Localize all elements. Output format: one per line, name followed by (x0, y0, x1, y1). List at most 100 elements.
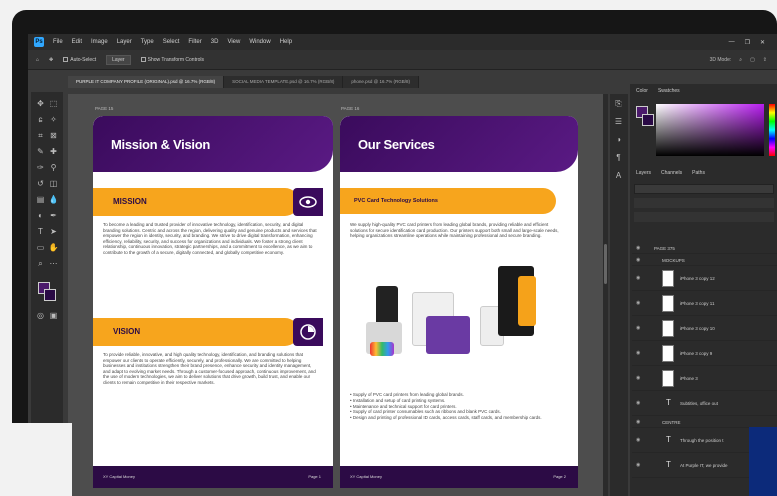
layer-thumbnail (662, 270, 674, 287)
dodge-tool-icon[interactable]: ◐ (35, 210, 46, 221)
layer-thumbnail (662, 295, 674, 312)
blend-mode-bar[interactable] (634, 198, 774, 208)
crop-tool-icon[interactable]: ⌗ (35, 130, 46, 141)
menu-select[interactable]: Select (163, 39, 180, 45)
menu-filter[interactable]: Filter (188, 39, 201, 45)
visibility-eye-icon[interactable]: ◉ (636, 419, 640, 425)
visibility-eye-icon[interactable]: ◉ (636, 325, 640, 331)
path-select-icon[interactable]: ➤ (48, 226, 59, 237)
visibility-eye-icon[interactable]: ◉ (636, 375, 640, 381)
quick-mask-icon[interactable]: ◎ (35, 310, 46, 321)
zoom-tool-icon[interactable]: ⌕ (35, 258, 46, 269)
transform-controls-label: Show Transform Controls (147, 56, 205, 63)
close-button[interactable]: ✕ (760, 39, 765, 46)
tab-color[interactable]: Color (636, 88, 648, 94)
menu-file[interactable]: File (53, 39, 63, 45)
lasso-tool-icon[interactable]: ɕ (35, 114, 46, 125)
hand-tool-icon[interactable]: ✋ (48, 242, 59, 253)
layer-row[interactable]: ◉ PAGE 375 (632, 242, 777, 254)
menu-layer[interactable]: Layer (117, 39, 132, 45)
maximize-button[interactable]: ❐ (745, 39, 750, 46)
layer-row[interactable]: ◉ MOCKUPS (632, 254, 777, 266)
services-bullet-list: Supply of PVC card printers from leading… (350, 392, 570, 421)
page-our-services: Our Services PVC Card Technology Solutio… (340, 116, 578, 488)
transform-controls-checkbox[interactable]: Show Transform Controls (140, 56, 205, 63)
healing-tool-icon[interactable]: ✚ (48, 146, 59, 157)
more-tools-icon[interactable]: ⋯ (48, 258, 59, 269)
visibility-eye-icon[interactable]: ◉ (636, 257, 640, 263)
marquee-tool-icon[interactable]: ⬚ (48, 98, 59, 109)
stamp-tool-icon[interactable]: ⚲ (48, 162, 59, 173)
tab-swatches[interactable]: Swatches (658, 88, 680, 94)
hue-slider[interactable] (769, 104, 775, 156)
services-intro-text: We supply high-quality PVC card printers… (350, 222, 559, 239)
layer-name: At Purple IT, we provide (680, 463, 728, 468)
scrollbar-thumb[interactable] (604, 244, 607, 284)
lock-bar[interactable] (634, 212, 774, 222)
eyedropper-tool-icon[interactable]: ✎ (35, 146, 46, 157)
foreground-blur (0, 423, 72, 496)
layer-row[interactable]: ◉ iPhone 3 copy 11 (632, 291, 777, 316)
layer-row[interactable]: ◉ T Subtitles, office out (632, 391, 777, 416)
panel-background-swatch[interactable] (642, 114, 654, 126)
type-tool-icon[interactable]: T (35, 226, 46, 237)
magic-wand-icon[interactable]: ✧ (48, 114, 59, 125)
visibility-eye-icon[interactable]: ◉ (636, 350, 640, 356)
properties-panel-icon[interactable]: ☰ (613, 116, 624, 127)
visibility-eye-icon[interactable]: ◉ (636, 400, 640, 406)
minimize-button[interactable]: — (729, 39, 735, 46)
eraser-tool-icon[interactable]: ◫ (48, 178, 59, 189)
shape-tool-icon[interactable]: ▭ (35, 242, 46, 253)
menu-type[interactable]: Type (141, 39, 154, 45)
move-tool-icon[interactable]: ✥ (35, 98, 46, 109)
brush-tool-icon[interactable]: ✑ (35, 162, 46, 173)
menu-view[interactable]: View (227, 39, 240, 45)
menu-image[interactable]: Image (91, 39, 108, 45)
tab-phone[interactable]: phone.psd @ 16.7% (RGB/8) (343, 76, 419, 88)
layer-name: iPhone 3 (680, 376, 698, 381)
footer-company: XY Capital Money (103, 474, 135, 479)
layer-filter-bar[interactable] (634, 184, 774, 194)
menu-window[interactable]: Window (249, 39, 270, 45)
menu-edit[interactable]: Edit (72, 39, 82, 45)
home-icon[interactable]: ⌂ (36, 57, 39, 63)
layer-row[interactable]: ◉ iPhone 3 (632, 366, 777, 391)
layer-row[interactable]: ◉ iPhone 3 copy 12 (632, 266, 777, 291)
layer-select-dropdown[interactable]: Layer (106, 54, 131, 65)
auto-select-checkbox[interactable]: Auto-Select (63, 57, 96, 63)
frame-tool-icon[interactable]: ⊠ (48, 130, 59, 141)
menu-3d[interactable]: 3D (211, 39, 219, 45)
move-tool-icon[interactable]: ✥ (49, 57, 53, 63)
visibility-eye-icon[interactable]: ◉ (636, 275, 640, 281)
background-color-swatch[interactable] (44, 289, 56, 301)
printer-orange-accent (518, 276, 536, 326)
services-subtitle-bar: PVC Card Technology Solutions (340, 188, 556, 214)
visibility-eye-icon[interactable]: ◉ (636, 300, 640, 306)
history-brush-icon[interactable]: ↺ (35, 178, 46, 189)
paragraph-panel-icon[interactable]: ¶ (613, 152, 624, 163)
footer-company: XY Capital Money (350, 474, 382, 479)
pen-tool-icon[interactable]: ✒ (48, 210, 59, 221)
screen-mode-icon[interactable]: ▣ (48, 310, 59, 321)
layer-row[interactable]: ◉ iPhone 3 copy 9 (632, 341, 777, 366)
vertical-scrollbar[interactable] (603, 94, 608, 496)
blur-tool-icon[interactable]: 💧 (48, 194, 59, 205)
gradient-tool-icon[interactable]: ▤ (35, 194, 46, 205)
workspace-icon[interactable]: ▢ (750, 57, 755, 63)
tab-paths[interactable]: Paths (692, 170, 705, 176)
adjustments-panel-icon[interactable]: ◑ (613, 134, 624, 145)
tab-channels[interactable]: Channels (661, 170, 682, 176)
character-panel-icon[interactable]: A (613, 170, 624, 181)
tab-layers[interactable]: Layers (636, 170, 651, 176)
tab-company-profile[interactable]: PURPLE IT COMPANY PROFILE (ORIGINAL).psd… (68, 76, 225, 88)
share-icon[interactable]: ⇪ (763, 57, 767, 63)
tab-social-media[interactable]: SOCIAL MEDIA TEMPLATE.psd @ 16.7% (RGB/8… (224, 76, 344, 88)
visibility-eye-icon[interactable]: ◉ (636, 437, 640, 443)
search-icon[interactable]: ⌕ (739, 57, 742, 63)
menu-help[interactable]: Help (280, 39, 292, 45)
visibility-eye-icon[interactable]: ◉ (636, 245, 640, 251)
color-picker-field[interactable] (656, 104, 764, 156)
visibility-eye-icon[interactable]: ◉ (636, 462, 640, 468)
layer-row[interactable]: ◉ iPhone 3 copy 10 (632, 316, 777, 341)
history-panel-icon[interactable]: ⎘ (613, 98, 624, 109)
